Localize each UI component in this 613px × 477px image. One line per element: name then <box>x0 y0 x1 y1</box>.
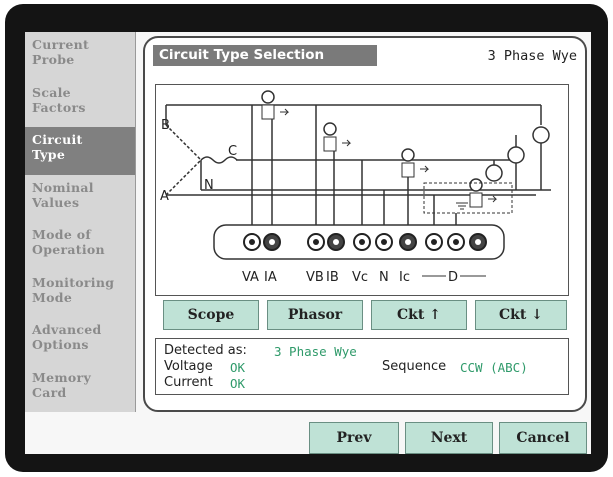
prev-button[interactable]: Prev <box>309 422 399 454</box>
terminal-label-va: VA <box>242 270 259 285</box>
current-probe-icon <box>323 122 352 152</box>
sidebar-item-circuit-type[interactable]: Circuit Type <box>25 127 135 175</box>
title-bar: Circuit Type Selection <box>153 45 377 66</box>
status-panel: Detected as: 3 Phase Wye Voltage OK Sequ… <box>155 338 569 395</box>
terminal-label-vc: Vc <box>352 270 368 285</box>
page-title: Circuit Type Selection <box>159 47 325 63</box>
phase-label-a: A <box>160 189 169 204</box>
ckt-down-button[interactable]: Ckt ↓ <box>475 300 567 330</box>
sequence-value: CCW (ABC) <box>460 360 528 375</box>
terminal-label-vb: VB <box>306 270 324 285</box>
wiring-diagram-svg: B C N A VA IA VB IB Vc N Ic D <box>160 90 551 285</box>
terminal-label-d: D <box>448 270 458 285</box>
current-value: OK <box>230 376 246 391</box>
sidebar-item-mode-of-operation[interactable]: Mode of Operation <box>25 222 135 270</box>
lamp-icon <box>532 126 550 144</box>
terminal-label-n: N <box>379 270 389 285</box>
circuit-type-readout: 3 Phase Wye <box>487 48 577 64</box>
lamp-icon <box>485 164 503 182</box>
terminal-label-ib: IB <box>326 270 339 285</box>
wiring-diagram: B C N A VA IA VB IB Vc N Ic D <box>155 84 569 296</box>
current-label: Current <box>164 375 213 390</box>
terminal-label-ic: Ic <box>399 270 410 285</box>
sidebar-item-scale-factors[interactable]: Scale Factors <box>25 80 135 128</box>
ground-icon <box>456 202 468 210</box>
sidebar-menu: Current Probe Scale Factors Circuit Type… <box>25 32 136 412</box>
sidebar-item-memory-card[interactable]: Memory Card <box>25 365 135 413</box>
sidebar-item-advanced-options[interactable]: Advanced Options <box>25 317 135 365</box>
terminal-label-ia: IA <box>264 270 277 285</box>
phase-a-winding <box>165 159 202 196</box>
sidebar-item-monitoring-mode[interactable]: Monitoring Mode <box>25 270 135 318</box>
detected-label: Detected as: <box>164 343 247 358</box>
aux-loop <box>423 182 513 214</box>
voltage-label: Voltage <box>164 359 213 374</box>
cancel-button[interactable]: Cancel <box>499 422 587 454</box>
detected-value: 3 Phase Wye <box>274 344 357 359</box>
current-probe-icon <box>469 178 498 208</box>
sidebar-item-current-probe[interactable]: Current Probe <box>25 32 135 80</box>
device-screen: Current Probe Scale Factors Circuit Type… <box>25 32 591 454</box>
phasor-button[interactable]: Phasor <box>267 300 363 330</box>
ckt-up-button[interactable]: Ckt ↑ <box>371 300 467 330</box>
main-panel: Circuit Type Selection 3 Phase Wye B C N… <box>143 36 587 412</box>
next-button[interactable]: Next <box>405 422 493 454</box>
current-probe-icon <box>401 148 430 178</box>
phase-b-winding <box>165 124 202 161</box>
sidebar-item-nominal-values[interactable]: Nominal Values <box>25 175 135 223</box>
lamp-icon <box>507 146 525 164</box>
scope-button[interactable]: Scope <box>163 300 259 330</box>
sequence-label: Sequence <box>382 359 447 374</box>
voltage-value: OK <box>230 360 246 375</box>
phase-label-c: C <box>228 144 237 159</box>
